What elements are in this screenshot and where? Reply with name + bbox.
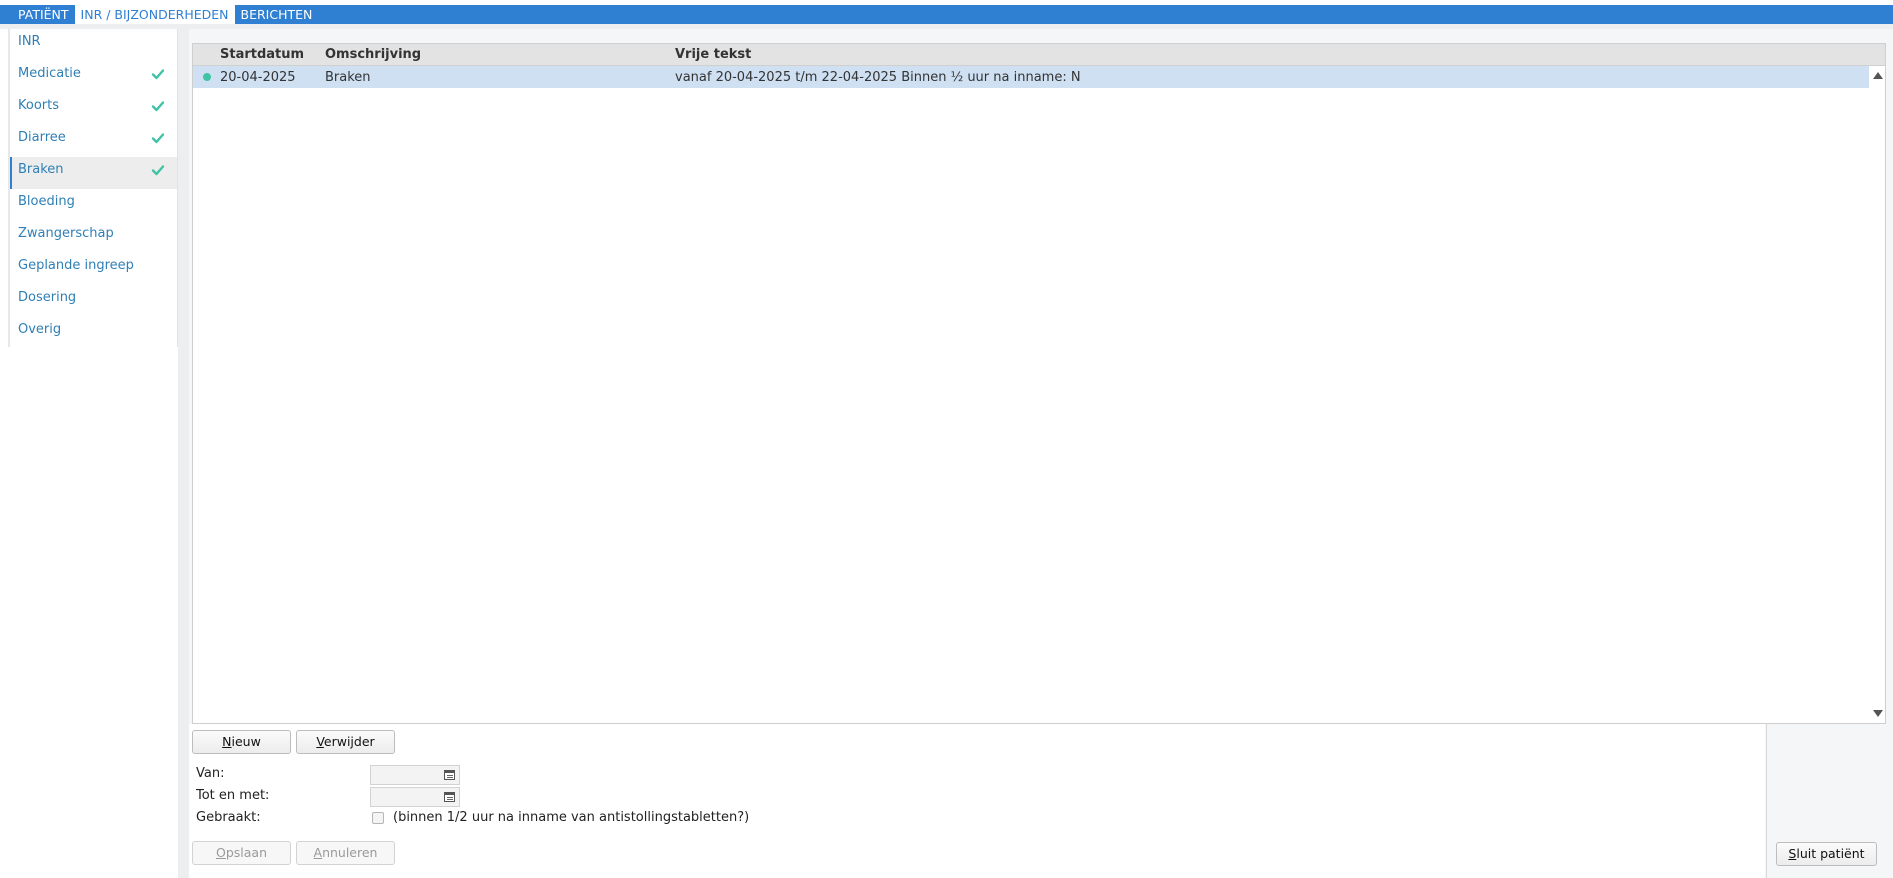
sidebar-item-label: INR [18, 34, 41, 49]
sluit-patient-button[interactable]: Sluit patiënt [1776, 842, 1877, 866]
vertical-scrollbar[interactable] [1869, 66, 1885, 723]
sidebar-item-label: Braken [18, 162, 64, 177]
sidebar-item-braken[interactable]: Braken [8, 157, 177, 189]
gebraakt-label: Gebraakt: [196, 810, 261, 825]
sidebar-item-koorts[interactable]: Koorts [8, 93, 177, 125]
tab-berichten[interactable]: BERICHTEN [235, 5, 319, 24]
column-header-startdatum[interactable]: Startdatum [220, 47, 304, 62]
tab-inr-bijzonderheden[interactable]: INR / BIJZONDERHEDEN [74, 5, 235, 24]
opslaan-label: pslaan [225, 845, 267, 860]
cell-startdatum: 20-04-2025 [220, 70, 296, 85]
sidebar-nav: INR Medicatie Koorts Diarree Braken Bloe… [8, 29, 178, 347]
sluit-label: luit patiënt [1796, 846, 1865, 861]
column-header-vrije-tekst[interactable]: Vrije tekst [675, 47, 751, 62]
verwijder-label: erwijder [323, 734, 375, 749]
gebraakt-checkbox[interactable] [372, 812, 384, 824]
table-row[interactable]: 20-04-2025 Braken vanaf 20-04-2025 t/m 2… [193, 66, 1869, 88]
column-header-omschrijving[interactable]: Omschrijving [325, 47, 421, 62]
van-date-field[interactable] [370, 765, 460, 785]
verwijder-mnemonic: V [316, 734, 324, 749]
sidebar-item-medicatie[interactable]: Medicatie [8, 61, 177, 93]
grid-header: Startdatum Omschrijving Vrije tekst [193, 44, 1885, 66]
sidebar-item-label: Dosering [18, 290, 77, 305]
checkmark-icon [151, 69, 165, 80]
checkmark-icon [151, 101, 165, 112]
sidebar-gutter [178, 29, 189, 878]
sidebar-item-geplande-ingreep[interactable]: Geplande ingreep [8, 253, 177, 285]
sidebar-item-label: Overig [18, 322, 62, 337]
sidebar-item-bloeding[interactable]: Bloeding [8, 189, 177, 221]
top-tab-bar: PATIËNT INR / BIJZONDERHEDEN BERICHTEN [0, 5, 1893, 24]
annuleren-button[interactable]: Annuleren [296, 841, 395, 865]
sidebar-item-diarree[interactable]: Diarree [8, 125, 177, 157]
van-label: Van: [196, 766, 225, 781]
cell-omschrijving: Braken [325, 70, 371, 85]
opslaan-mnemonic: O [215, 845, 226, 860]
data-grid: Startdatum Omschrijving Vrije tekst 20-0… [192, 43, 1886, 724]
action-panel: Sluit patiënt [1766, 724, 1893, 878]
checkmark-icon [151, 165, 165, 176]
detail-form: Nieuw Verwijder Van: Tot en met: Gebraak… [189, 724, 1765, 878]
sidebar-item-label: Koorts [18, 98, 59, 113]
annuleren-label: nnuleren [322, 845, 378, 860]
sidebar-item-label: Diarree [18, 130, 66, 145]
sidebar-item-label: Geplande ingreep [18, 258, 134, 273]
opslaan-button[interactable]: Opslaan [192, 841, 291, 865]
sidebar-item-label: Bloeding [18, 194, 75, 209]
gebraakt-hint: (binnen 1/2 uur na inname van antistolli… [393, 810, 750, 825]
calendar-icon[interactable] [444, 792, 455, 802]
tab-patient[interactable]: PATIËNT [12, 5, 75, 24]
sidebar-left-border [8, 29, 10, 347]
cell-vrije-tekst: vanaf 20-04-2025 t/m 22-04-2025 Binnen ½… [675, 70, 1081, 85]
scroll-down-icon[interactable] [1873, 710, 1883, 717]
scroll-up-icon[interactable] [1873, 72, 1883, 79]
tot-en-met-label: Tot en met: [196, 788, 270, 803]
sidebar-item-dosering[interactable]: Dosering [8, 285, 177, 317]
status-dot-icon [203, 73, 211, 81]
nieuw-button[interactable]: Nieuw [192, 730, 291, 754]
nieuw-label: ieuw [231, 734, 261, 749]
sidebar-empty-area [8, 347, 178, 878]
annuleren-mnemonic: A [313, 845, 323, 860]
calendar-icon[interactable] [444, 770, 455, 780]
sidebar-item-inr[interactable]: INR [8, 29, 177, 61]
sidebar-item-label: Medicatie [18, 66, 81, 81]
sidebar-item-label: Zwangerschap [18, 226, 114, 241]
verwijder-button[interactable]: Verwijder [296, 730, 395, 754]
sidebar-item-overig[interactable]: Overig [8, 317, 177, 349]
nieuw-mnemonic: N [222, 734, 232, 749]
tot-en-met-date-field[interactable] [370, 787, 460, 807]
checkmark-icon [151, 133, 165, 144]
sidebar-item-zwangerschap[interactable]: Zwangerschap [8, 221, 177, 253]
